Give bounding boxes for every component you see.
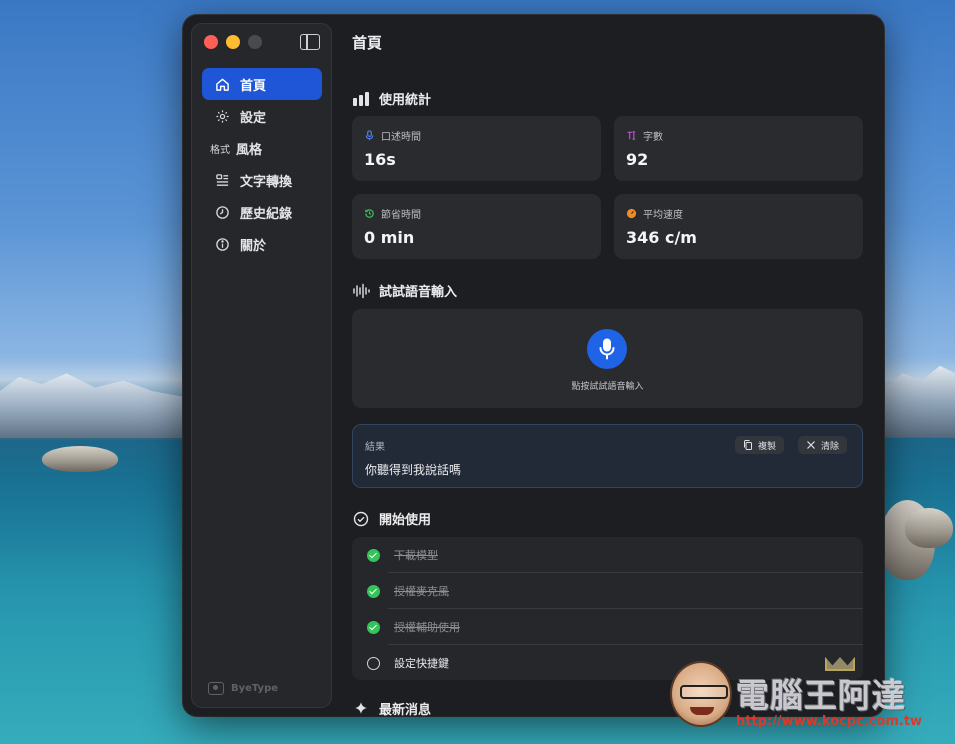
waveform-icon — [353, 283, 370, 298]
app-window: 首頁 設定 格式 風格 文字轉換 歷史紀錄 關於 ByeType 首頁 使用統計… — [183, 15, 884, 716]
wallpaper-mountain-right — [880, 365, 955, 437]
clock-icon — [214, 204, 230, 220]
checklist-item-microphone[interactable]: 授權麥克風 — [352, 573, 863, 609]
mic-icon — [365, 130, 374, 141]
stat-value: 0 min — [364, 228, 415, 247]
format-icon: 格式 — [210, 144, 230, 156]
stat-label: 平均速度 — [643, 210, 683, 221]
check-empty-icon — [367, 656, 380, 670]
checklist-item-download-model[interactable]: 下載模型 — [352, 537, 863, 573]
main-content: 首頁 使用統計 口述時間 16s 字數 92 節省時間 0 min 平均速度 3… — [352, 15, 884, 716]
speed-icon — [626, 208, 637, 219]
brand-name: ByeType — [231, 683, 279, 694]
minimize-window-button[interactable] — [226, 35, 240, 49]
result-text: 你聽得到我說話嗎 — [365, 463, 462, 477]
result-label: 結果 — [365, 442, 385, 453]
stat-value: 92 — [626, 150, 649, 169]
result-panel: 結果 複製 清除 你聽得到我說話嗎 — [352, 424, 863, 488]
news-section-title: 最新消息 — [352, 699, 431, 716]
watermark: 電腦王阿達 http://www.kocpc.com.tw — [670, 655, 950, 740]
sidebar-item-about[interactable]: 關於 — [202, 228, 322, 260]
stat-label: 口述時間 — [381, 132, 421, 143]
sidebar-toggle-icon[interactable] — [300, 34, 320, 50]
bar-chart-icon — [353, 91, 369, 106]
check-done-icon — [367, 548, 380, 562]
watermark-url: http://www.kocpc.com.tw — [736, 714, 923, 729]
home-icon — [214, 76, 230, 92]
sidebar: 首頁 設定 格式 風格 文字轉換 歷史紀錄 關於 ByeType — [191, 23, 332, 708]
mic-icon — [599, 338, 615, 360]
sparkle-icon — [355, 701, 367, 714]
window-controls — [204, 35, 262, 49]
stat-card-time-saved: 節省時間 0 min — [352, 194, 601, 259]
stats-section-title: 使用統計 — [352, 89, 431, 108]
check-done-icon — [367, 584, 380, 598]
stat-value: 16s — [364, 150, 396, 169]
sidebar-item-label: 設定 — [240, 110, 267, 126]
sidebar-item-label: 歷史紀錄 — [240, 206, 293, 222]
sidebar-item-label: 首頁 — [240, 78, 267, 94]
stat-card-average-speed: 平均速度 346 c/m — [614, 194, 863, 259]
sidebar-item-label: 關於 — [240, 238, 267, 254]
page-title: 首頁 — [352, 34, 383, 52]
copy-button[interactable]: 複製 — [735, 436, 785, 454]
voice-input-panel: 點按試試語音輸入 — [352, 309, 863, 408]
check-done-icon — [367, 620, 380, 634]
text-count-icon — [627, 131, 636, 140]
wallpaper-mountain-left — [0, 373, 190, 440]
voice-input-caption: 點按試試語音輸入 — [571, 382, 644, 392]
sidebar-item-settings[interactable]: 設定 — [202, 100, 322, 132]
sidebar-item-history[interactable]: 歷史紀錄 — [202, 196, 322, 228]
sidebar-nav: 首頁 設定 格式 風格 文字轉換 歷史紀錄 關於 — [202, 68, 322, 260]
sidebar-item-label: 風格 — [236, 142, 263, 158]
text-convert-icon — [214, 172, 230, 188]
clear-button[interactable]: 清除 — [798, 436, 848, 454]
voice-section-title: 試試語音輸入 — [352, 281, 457, 300]
checklist-item-accessibility[interactable]: 授權輔助使用 — [352, 609, 863, 645]
stat-label: 節省時間 — [381, 210, 421, 221]
watermark-mascot-icon — [670, 661, 732, 727]
wallpaper-rock — [42, 446, 118, 472]
close-window-button[interactable] — [204, 35, 218, 49]
stat-label: 字數 — [643, 132, 663, 143]
wallpaper-rock — [905, 508, 953, 548]
zoom-window-button[interactable] — [248, 35, 262, 49]
stat-value: 346 c/m — [626, 228, 697, 247]
watermark-title: 電腦王阿達 — [736, 676, 906, 715]
start-voice-input-button[interactable] — [587, 329, 627, 369]
getting-started-section-title: 開始使用 — [352, 509, 431, 528]
copy-icon — [744, 440, 752, 450]
stat-card-word-count: 字數 92 — [614, 116, 863, 181]
sidebar-item-label: 文字轉換 — [240, 174, 293, 190]
check-circle-icon — [353, 511, 369, 526]
app-brand: ByeType — [208, 682, 278, 695]
info-icon — [214, 236, 230, 252]
sidebar-item-style[interactable]: 格式 風格 — [202, 132, 322, 164]
close-icon — [807, 441, 815, 449]
brand-logo-icon — [208, 682, 224, 695]
sidebar-item-text-convert[interactable]: 文字轉換 — [202, 164, 322, 196]
sidebar-item-home[interactable]: 首頁 — [202, 68, 322, 100]
stat-card-dictation-time: 口述時間 16s — [352, 116, 601, 181]
history-icon — [365, 209, 374, 218]
gear-icon — [214, 108, 230, 124]
